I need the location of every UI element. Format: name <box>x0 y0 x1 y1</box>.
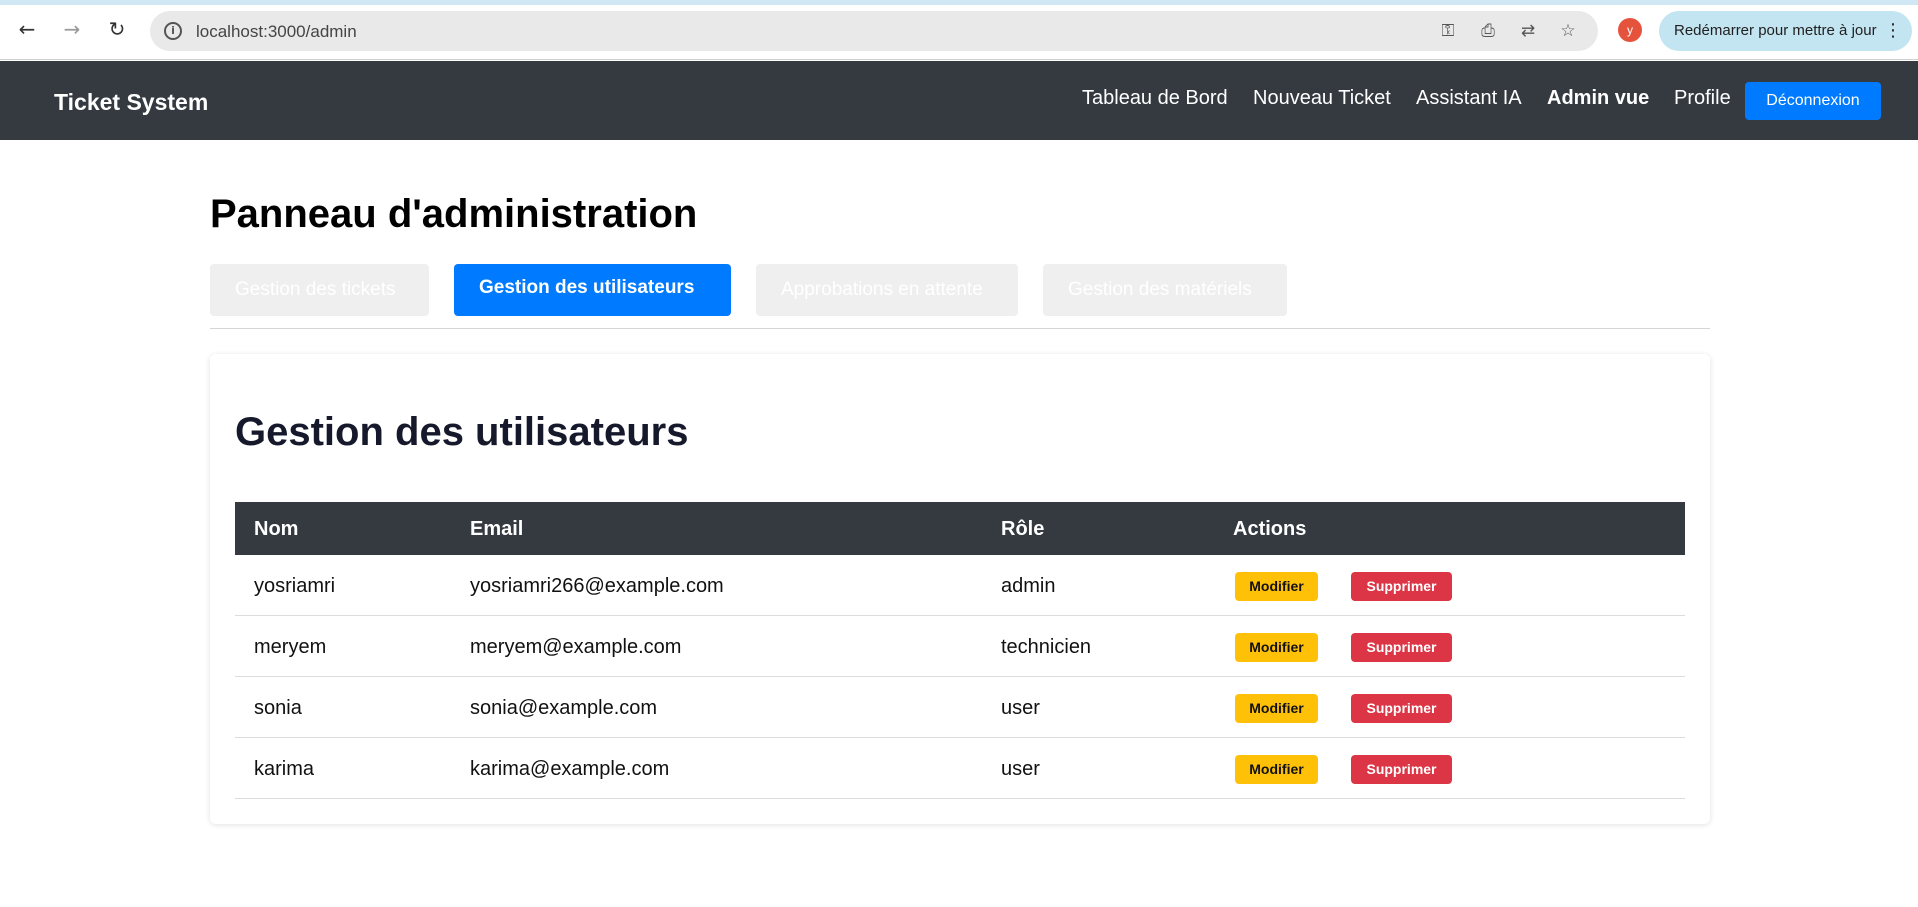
nav-link-new-ticket[interactable]: Nouveau Ticket <box>1253 87 1391 110</box>
user-email: sonia@example.com <box>470 697 658 719</box>
tab-pending-approvals[interactable]: Approbations en attente <box>756 264 1018 316</box>
site-info-icon[interactable]: i <box>164 22 182 40</box>
delete-button[interactable]: Supprimer <box>1351 755 1452 784</box>
forward-arrow-icon[interactable]: → <box>59 16 85 42</box>
back-arrow-icon[interactable]: ← <box>14 16 40 42</box>
user-role: user <box>1001 697 1040 719</box>
table-row: yosriamri yosriamri266@example.com admin… <box>235 555 1685 616</box>
page-title: Panneau d'administration <box>210 192 698 236</box>
users-card: Gestion des utilisateurs Nom Email Rôle … <box>210 354 1710 824</box>
user-name: karima <box>254 758 315 780</box>
delete-button[interactable]: Supprimer <box>1351 633 1452 662</box>
column-header-name: Nom <box>254 518 299 540</box>
table-header: Nom Email Rôle Actions <box>235 502 1685 555</box>
more-menu-icon[interactable]: ⋮ <box>1884 11 1902 51</box>
tab-users[interactable]: Gestion des utilisateurs <box>454 264 731 316</box>
delete-button[interactable]: Supprimer <box>1351 572 1452 601</box>
table-row: karima karima@example.com user Modifier … <box>235 738 1685 799</box>
nav-link-profile[interactable]: Profile <box>1674 87 1731 110</box>
user-email: karima@example.com <box>470 758 670 780</box>
edit-button[interactable]: Modifier <box>1235 694 1318 723</box>
update-button-label: Redémarrer pour mettre à jour <box>1674 22 1877 39</box>
user-name: yosriamri <box>254 575 336 597</box>
column-header-role: Rôle <box>1001 518 1045 540</box>
user-email: meryem@example.com <box>470 636 682 658</box>
browser-toolbar: ← → ↻ i localhost:3000/admin ⚿ ⎙ ⇄ ☆ y R… <box>0 0 1918 60</box>
column-header-actions: Actions <box>1233 518 1307 540</box>
edit-button[interactable]: Modifier <box>1235 633 1318 662</box>
install-app-icon[interactable]: ⎙ <box>1476 19 1500 43</box>
nav-link-dashboard[interactable]: Tableau de Bord <box>1082 87 1228 110</box>
column-header-email: Email <box>470 518 524 540</box>
user-email: yosriamri266@example.com <box>470 575 724 597</box>
brand-logo[interactable]: Ticket System <box>54 89 208 116</box>
bookmark-star-icon[interactable]: ☆ <box>1556 19 1580 43</box>
address-url[interactable]: localhost:3000/admin <box>196 22 357 42</box>
nav-link-admin[interactable]: Admin vue <box>1547 87 1649 110</box>
reload-icon[interactable]: ↻ <box>104 16 130 42</box>
edit-button[interactable]: Modifier <box>1235 572 1318 601</box>
edit-button[interactable]: Modifier <box>1235 755 1318 784</box>
tab-equipment[interactable]: Gestion des matériels <box>1043 264 1287 316</box>
key-icon[interactable]: ⚿ <box>1436 19 1460 43</box>
user-role: user <box>1001 758 1040 780</box>
table-row: sonia sonia@example.com user Modifier Su… <box>235 677 1685 738</box>
delete-button[interactable]: Supprimer <box>1351 694 1452 723</box>
nav-link-ai-assistant[interactable]: Assistant IA <box>1416 87 1522 110</box>
app-navbar: Ticket System Tableau de Bord Nouveau Ti… <box>0 61 1918 140</box>
user-role: technicien <box>1001 636 1092 658</box>
user-name: sonia <box>254 697 302 719</box>
profile-avatar[interactable]: y <box>1618 18 1642 42</box>
table-row: meryem meryem@example.com technicien Mod… <box>235 616 1685 677</box>
translate-icon[interactable]: ⇄ <box>1516 19 1540 43</box>
section-title: Gestion des utilisateurs <box>235 410 689 454</box>
logout-button[interactable]: Déconnexion <box>1745 82 1881 120</box>
user-name: meryem <box>254 636 327 658</box>
update-button[interactable]: Redémarrer pour mettre à jour ⋮ <box>1659 11 1912 51</box>
tabs-divider <box>210 328 1710 329</box>
address-bar[interactable]: i localhost:3000/admin ⚿ ⎙ ⇄ ☆ <box>150 11 1598 51</box>
user-role: admin <box>1001 575 1056 597</box>
tab-tickets[interactable]: Gestion des tickets <box>210 264 429 316</box>
